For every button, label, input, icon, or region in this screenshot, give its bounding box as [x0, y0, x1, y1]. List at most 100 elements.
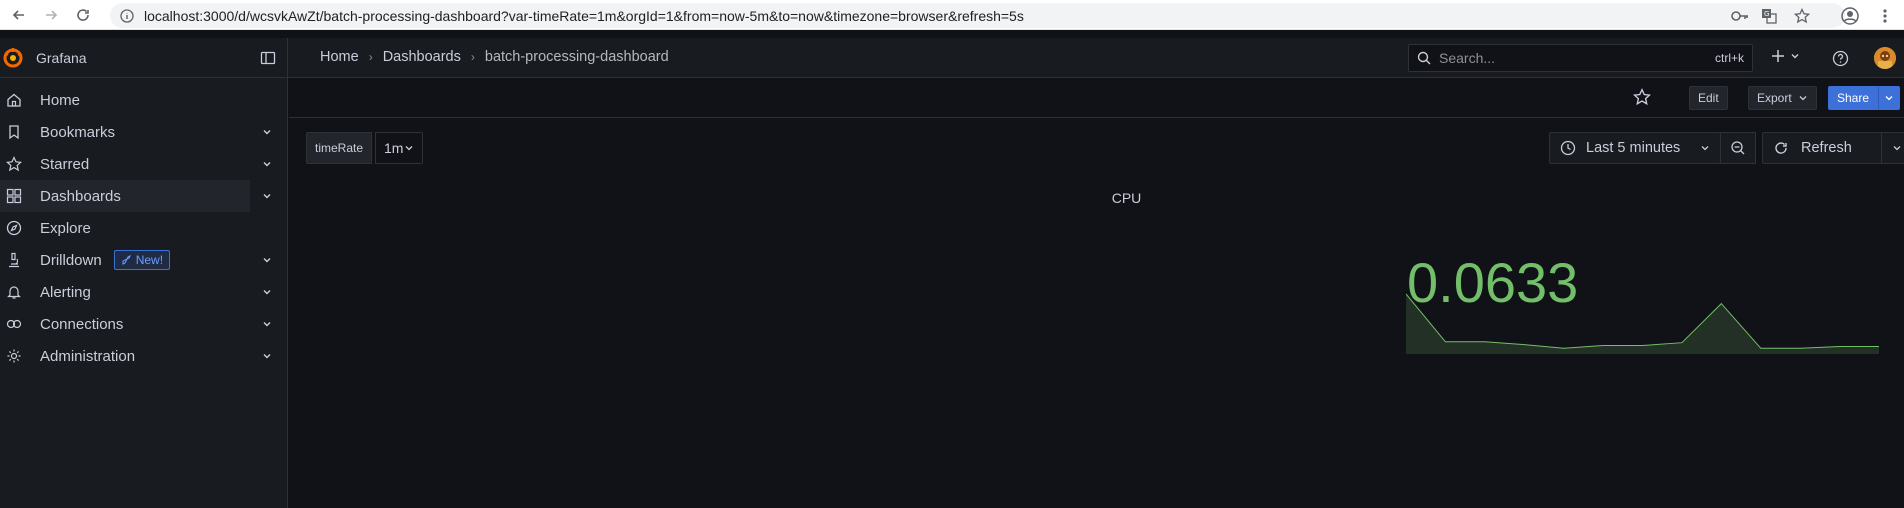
rocket-icon: [122, 254, 131, 265]
breadcrumb-home[interactable]: Home: [320, 49, 359, 65]
sidebar-item-connections[interactable]: Connections: [0, 308, 271, 340]
panel-title[interactable]: CPU: [289, 190, 1904, 206]
dashboards-icon: [6, 188, 22, 204]
grafana-app: Grafana Home › Dashboards › batch-proces…: [0, 38, 1904, 508]
key-icon[interactable]: [1727, 3, 1753, 28]
url-text: localhost:3000/d/wcsvkAwZt/batch-process…: [144, 7, 1024, 24]
new-badge: New!: [113, 250, 171, 270]
sidebar-item-drilldown[interactable]: Drilldown New!: [0, 244, 271, 276]
zoom-out-icon: [1731, 141, 1745, 155]
chevron-down-icon[interactable]: [260, 125, 274, 139]
breadcrumb-dashboards[interactable]: Dashboards: [383, 49, 461, 65]
dashboard-body: timeRate 1m Last 5 minutes Refresh CPU 0…: [289, 118, 1904, 508]
breadcrumb: Home › Dashboards › batch-processing-das…: [320, 49, 669, 65]
grafana-logo-icon[interactable]: [2, 47, 24, 69]
export-button[interactable]: Export: [1748, 86, 1817, 110]
chevron-down-icon[interactable]: [260, 285, 274, 299]
chevron-down-icon: [1885, 96, 1893, 101]
refresh-interval-dropdown[interactable]: [1881, 132, 1904, 164]
chevron-down-icon: [1791, 54, 1799, 59]
edit-button[interactable]: Edit: [1689, 86, 1728, 110]
chevron-down-icon: [1799, 96, 1807, 101]
badge-label: New!: [135, 253, 164, 267]
zoom-out-button[interactable]: [1720, 132, 1756, 164]
sidebar-item-label: Connections: [40, 315, 124, 333]
compass-icon: [6, 220, 22, 236]
share-dropdown-button[interactable]: [1878, 86, 1900, 110]
time-range-label: Last 5 minutes: [1586, 140, 1681, 156]
variable-name: timeRate: [315, 141, 364, 155]
dashboard-toolbar: Edit Export Share: [289, 78, 1904, 118]
sidebar-item-starred[interactable]: Starred: [0, 148, 271, 180]
plus-icon: [1772, 50, 1784, 62]
chevron-down-icon[interactable]: [260, 189, 274, 203]
sidebar-item-label: Explore: [40, 219, 91, 237]
svg-text:G: G: [1764, 10, 1769, 18]
bookmark-star-icon[interactable]: [1789, 3, 1815, 28]
chevron-down-icon[interactable]: [260, 317, 274, 331]
sidebar-item-label: Bookmarks: [40, 123, 116, 141]
sidebar-item-label: Administration: [40, 347, 136, 365]
search-shortcut: ctrl+k: [1714, 51, 1744, 65]
top-bar: Grafana Home › Dashboards › batch-proces…: [0, 38, 1904, 78]
refresh-icon: [1775, 142, 1787, 154]
sidebar-item-home[interactable]: Home: [0, 84, 250, 116]
home-icon: [6, 92, 22, 108]
search-input[interactable]: Search... ctrl+k: [1408, 44, 1753, 72]
browser-toolbar: localhost:3000/d/wcsvkAwZt/batch-process…: [0, 0, 1904, 30]
edit-label: Edit: [1698, 91, 1719, 105]
export-label: Export: [1757, 91, 1792, 105]
sidebar-item-administration[interactable]: Administration: [0, 340, 271, 372]
chevron-down-icon: [405, 146, 413, 151]
address-bar[interactable]: localhost:3000/d/wcsvkAwZt/batch-process…: [110, 3, 1845, 28]
translate-icon[interactable]: G: [1756, 3, 1782, 28]
chevron-right-icon: ›: [368, 50, 373, 64]
clock-icon: [1560, 140, 1576, 156]
share-button[interactable]: Share: [1828, 86, 1879, 110]
bell-icon: [6, 284, 22, 300]
sidebar-item-label: Home: [40, 91, 81, 109]
sparkline-line: [1406, 293, 1879, 349]
dock-menu-icon[interactable]: [260, 50, 276, 66]
reload-icon[interactable]: [70, 2, 96, 28]
logo-area: Grafana: [0, 38, 288, 78]
variable-label: timeRate: [306, 132, 373, 164]
sidebar-item-bookmarks[interactable]: Bookmarks: [0, 116, 271, 148]
breadcrumb-current: batch-processing-dashboard: [484, 49, 669, 65]
sidebar-item-explore[interactable]: Explore: [0, 212, 250, 244]
chevron-right-icon: ›: [470, 50, 475, 64]
microscope-icon: [6, 252, 22, 268]
connections-icon: [6, 316, 22, 332]
sidebar-nav: Home Bookmarks Starred Dashboards Explor…: [0, 78, 288, 508]
browser-menu-icon[interactable]: [1872, 3, 1898, 28]
chevron-down-icon[interactable]: [260, 349, 274, 363]
refresh-label: Refresh: [1801, 140, 1852, 156]
sidebar-item-label: Alerting: [40, 283, 91, 301]
profile-icon[interactable]: [1837, 3, 1863, 28]
refresh-button[interactable]: Refresh: [1762, 132, 1882, 164]
back-icon[interactable]: [6, 2, 32, 28]
variable-value: 1m: [384, 140, 404, 156]
chevron-down-icon[interactable]: [260, 253, 274, 267]
brand-name: Grafana: [36, 50, 87, 66]
cpu-sparkline: [1406, 293, 1879, 354]
new-menu-button[interactable]: [1770, 48, 1800, 64]
sidebar-item-label: Drilldown: [40, 251, 102, 269]
bookmark-icon: [6, 124, 22, 140]
site-info-icon[interactable]: [120, 8, 134, 23]
search-icon: [1417, 51, 1431, 65]
help-icon[interactable]: [1832, 50, 1849, 67]
time-range-picker[interactable]: Last 5 minutes: [1549, 132, 1721, 164]
chevron-down-icon: [1701, 146, 1709, 151]
sidebar-item-label: Dashboards: [40, 187, 121, 205]
forward-icon[interactable]: [38, 2, 64, 28]
avatar[interactable]: [1874, 47, 1896, 69]
chevron-down-icon[interactable]: [260, 157, 274, 171]
star-icon: [6, 156, 22, 172]
search-placeholder: Search...: [1439, 50, 1496, 66]
sidebar-item-dashboards[interactable]: Dashboards: [0, 180, 271, 212]
chevron-down-icon: [1893, 146, 1901, 151]
sidebar-item-alerting[interactable]: Alerting: [0, 276, 271, 308]
timerate-select[interactable]: 1m: [375, 132, 423, 164]
mark-favorite-star-icon[interactable]: [1633, 88, 1651, 106]
